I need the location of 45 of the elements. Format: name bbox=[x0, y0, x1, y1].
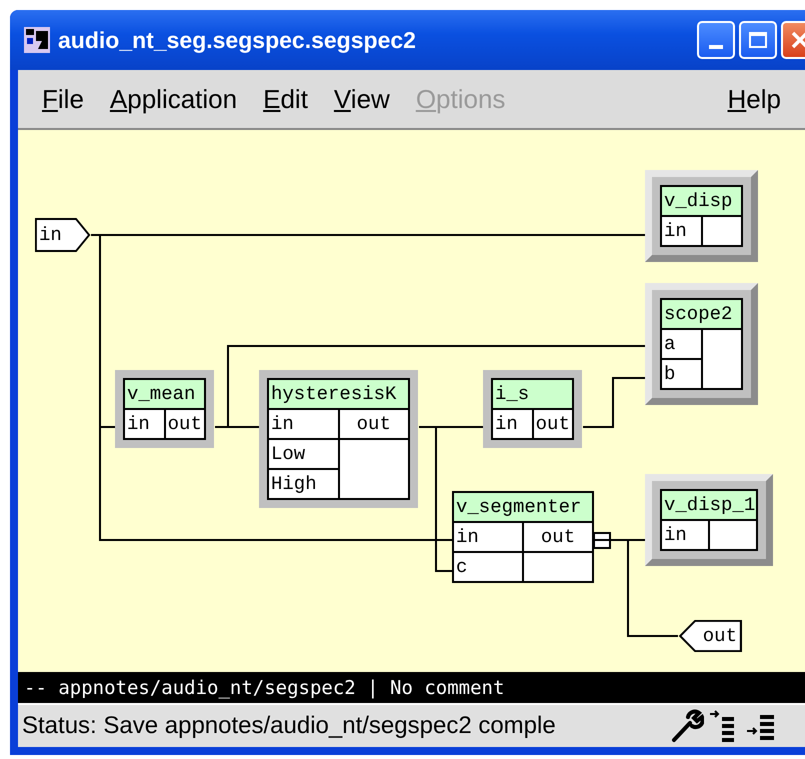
input-cell: High bbox=[268, 469, 338, 499]
node-frame[interactable]: hysteresisK in out Low High bbox=[259, 370, 418, 508]
menu-item[interactable]: Edit bbox=[253, 84, 318, 114]
menu-item[interactable]: Application bbox=[100, 84, 248, 114]
node-title: v_mean bbox=[124, 379, 205, 409]
maximize-button[interactable] bbox=[739, 21, 777, 59]
node-frame[interactable]: v_disp in bbox=[645, 170, 758, 262]
node-title: i_s bbox=[492, 379, 573, 409]
input-cell: in bbox=[268, 409, 338, 439]
output-cell: out bbox=[532, 409, 573, 439]
input-cell: in bbox=[453, 522, 523, 552]
input-cell: Low bbox=[268, 439, 338, 469]
input-cell: in bbox=[124, 409, 164, 439]
menu-item[interactable]: File bbox=[32, 84, 94, 114]
menu-item[interactable]: View bbox=[324, 84, 400, 114]
node-frame[interactable]: v_mean in out bbox=[115, 370, 214, 448]
node-title: v_segmenter bbox=[453, 492, 593, 522]
output-port[interactable]: out bbox=[678, 620, 742, 652]
menu-item[interactable]: Help bbox=[718, 84, 791, 114]
node-title: v_disp_1 bbox=[661, 490, 757, 520]
app-icon bbox=[24, 27, 50, 53]
input-cell: in bbox=[661, 216, 702, 246]
input-cell: in bbox=[661, 520, 709, 550]
input-cell: b bbox=[661, 359, 702, 389]
connector-icon bbox=[593, 532, 611, 549]
input-cell: a bbox=[661, 329, 702, 359]
node-block[interactable]: v_segmenter in out c bbox=[452, 491, 594, 583]
input-port[interactable]: in bbox=[35, 218, 91, 252]
minimize-button[interactable] bbox=[697, 21, 735, 59]
node-frame[interactable]: scope2 a b bbox=[645, 283, 758, 405]
node-frame[interactable]: v_disp_1 in bbox=[645, 474, 773, 566]
input-cell: c bbox=[453, 552, 523, 582]
wrench-icon[interactable] bbox=[670, 709, 704, 743]
window-title: audio_nt_seg.segspec.segspec2 bbox=[58, 26, 417, 54]
node-title: scope2 bbox=[661, 299, 742, 329]
close-icon bbox=[789, 29, 805, 51]
output-cell: out bbox=[338, 409, 409, 439]
output-cell: out bbox=[164, 409, 205, 439]
output-cell: out bbox=[523, 522, 593, 552]
node-frame[interactable]: i_s in out bbox=[483, 370, 582, 448]
node-title: hysteresisK bbox=[268, 379, 409, 409]
status-text: Status: Save appnotes/audio_nt/segspec2 comple bbox=[21, 712, 557, 740]
input-cell: in bbox=[492, 409, 532, 439]
comment-text: -- appnotes/audio_nt/segspec2 | No comment bbox=[24, 676, 504, 698]
node-title: v_disp bbox=[661, 186, 742, 216]
